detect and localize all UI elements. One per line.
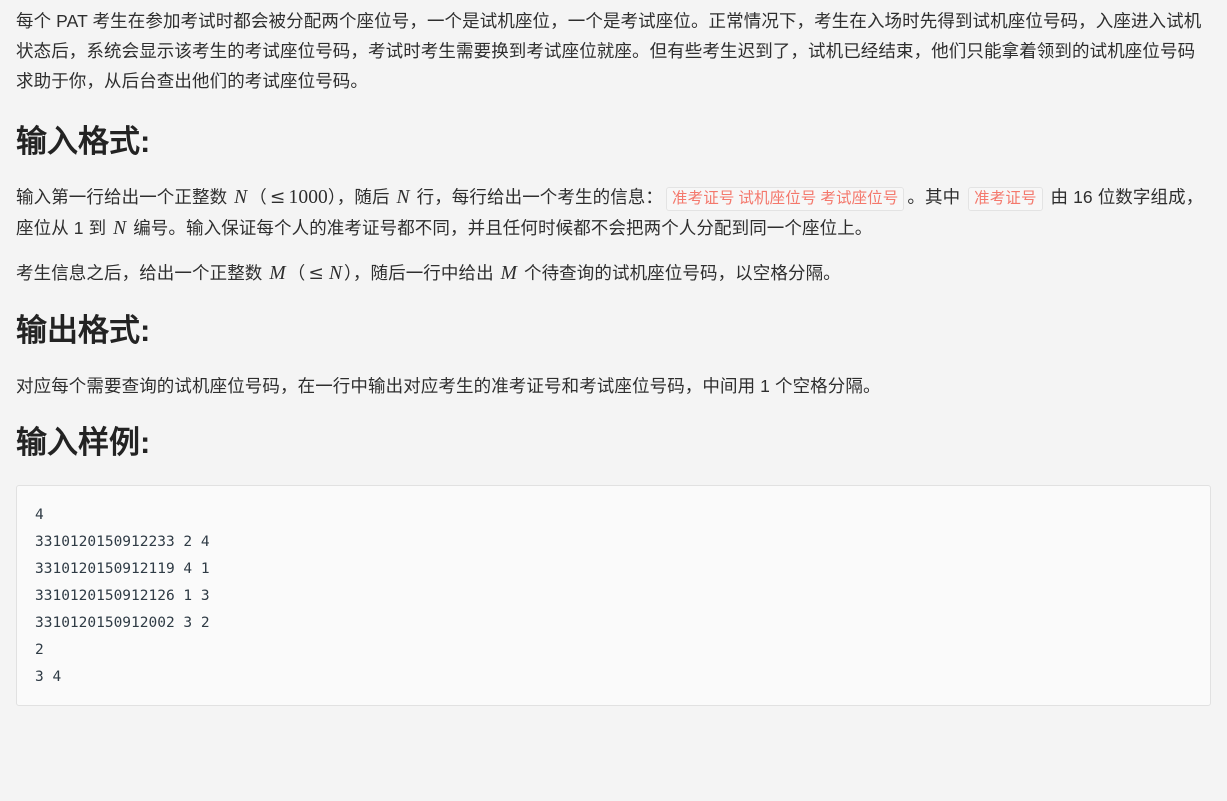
output-format-text-b: 个空格分隔。 (770, 376, 881, 396)
input-format-p2-text-c: ），随后一行中给出 (344, 263, 499, 283)
math-less-equal-2: ≤ (308, 263, 324, 284)
number-1: 1 (73, 218, 84, 238)
math-variable-n-4: N (328, 263, 343, 284)
input-format-heading: 输入格式: (16, 124, 151, 159)
number-one-space: 1 (760, 376, 771, 396)
input-format-p2-text-d: 个待查询的试机座位号码，以空格分隔。 (519, 263, 841, 283)
math-variable-n-2: N (396, 187, 410, 208)
input-format-text-h: 到 (83, 218, 112, 238)
inline-code-record-format: 准考证号 试机座位号 考试座位号 (666, 187, 905, 211)
input-format-p2-text-b: （ (287, 263, 306, 283)
math-variable-n-3: N (113, 218, 127, 239)
math-variable-m-1: M (269, 263, 286, 284)
math-less-equal-1: ≤ (269, 187, 286, 208)
math-variable-m-2: M (500, 263, 518, 284)
input-sample-code-text: 4 3310120150912233 2 4 3310120150912119 … (35, 507, 210, 685)
input-format-p2-text-a: 考生信息之后，给出一个正整数 (16, 263, 268, 283)
input-format-paragraph-2: 考生信息之后，给出一个正整数 M （≤ N ），随后一行中给出 M 个待查询的试机座位… (16, 258, 1211, 289)
intro-paragraph: 每个 PAT 考生在参加考试时都会被分配两个座位号，一个是试机座位，一个是考试座… (16, 11, 1202, 91)
output-format-text-a: 对应每个需要查询的试机座位号码，在一行中输出对应考生的准考证号和考试座位号码，中… (16, 376, 761, 396)
input-sample-heading: 输入样例: (16, 425, 151, 460)
input-format-text-a: 输入第一行给出一个正整数 (16, 187, 233, 207)
input-format-text-f: 由 (1045, 187, 1074, 207)
input-format-text-d: 行，每行给出一个考生的信息： (411, 187, 664, 207)
output-format-paragraph: 对应每个需要查询的试机座位号码，在一行中输出对应考生的准考证号和考试座位号码，中… (16, 371, 1211, 401)
input-sample-code-block: 4 3310120150912233 2 4 3310120150912119 … (16, 485, 1211, 706)
number-16: 16 (1073, 187, 1093, 207)
input-format-text-b: （ (249, 187, 267, 207)
output-format-heading: 输出格式: (16, 313, 151, 348)
problem-statement-page: 每个 PAT 考生在参加考试时都会被分配两个座位号，一个是试机座位，一个是考试座… (0, 6, 1227, 706)
math-number-1000: 1000 (288, 187, 328, 208)
input-format-text-i: 编号。输入保证每个人的准考证号都不同，并且任何时候都不会把两个人分配到同一个座位… (128, 218, 873, 238)
input-format-text-c: ），随后 (327, 187, 395, 207)
math-variable-n-1: N (234, 187, 248, 208)
input-format-paragraph-1: 输入第一行给出一个正整数 N （≤1000），随后 N 行，每行给出一个考生的信息… (16, 182, 1211, 244)
inline-code-admission-number: 准考证号 (968, 187, 1043, 211)
input-format-text-e: 。其中 (907, 187, 966, 207)
